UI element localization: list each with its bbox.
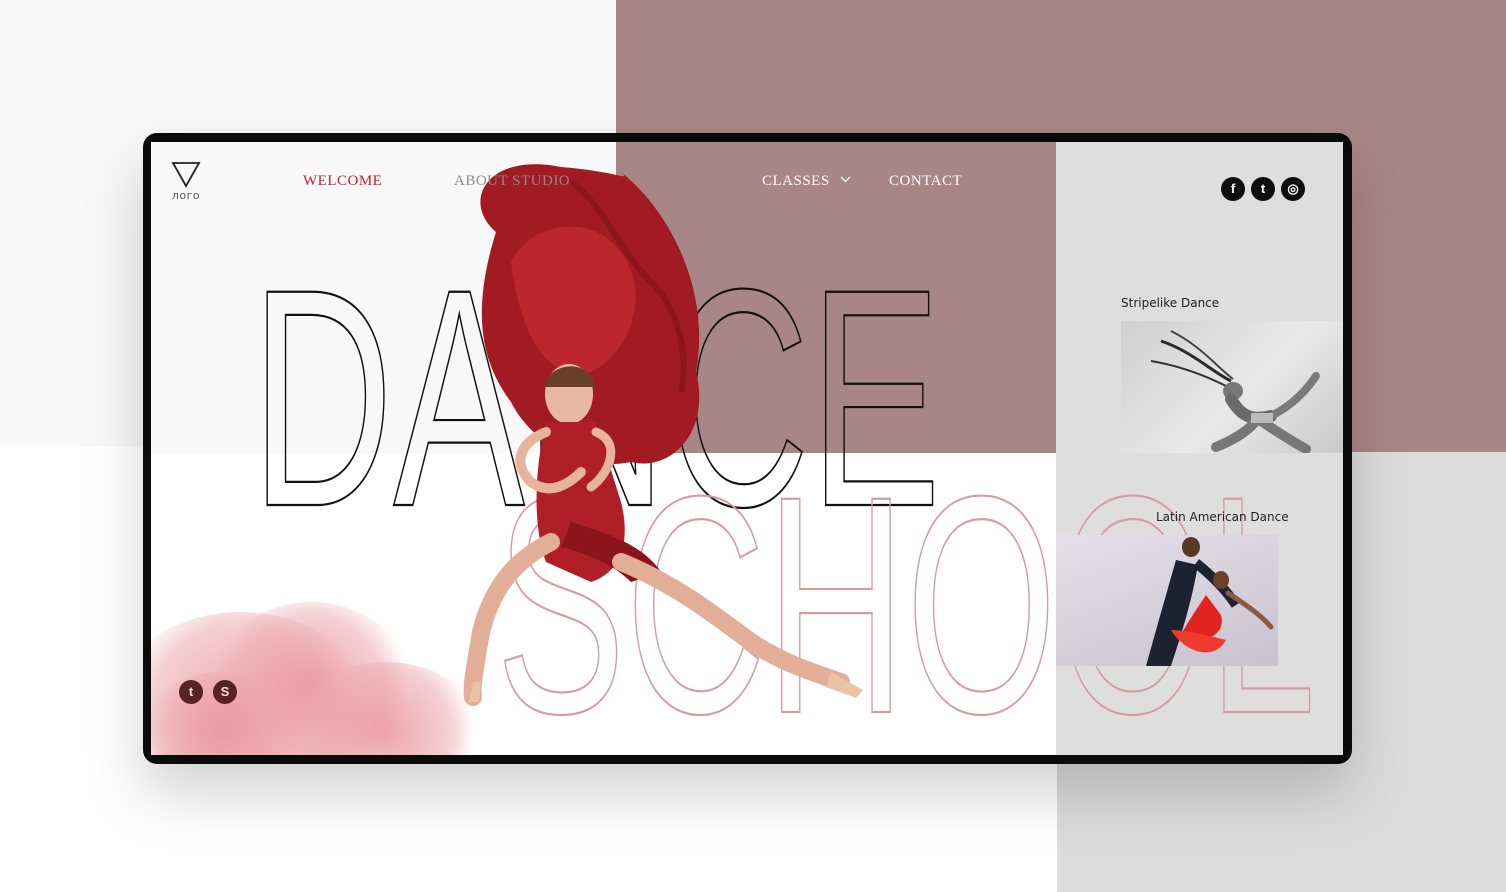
chevron-down-icon: [840, 176, 851, 183]
tumblr-icon[interactable]: t: [179, 680, 203, 704]
class-photo-stripelike[interactable]: [1121, 321, 1343, 453]
logo-text: лого: [171, 189, 201, 202]
facebook-icon[interactable]: f: [1221, 177, 1245, 201]
instagram-icon[interactable]: ◎: [1281, 177, 1305, 201]
site-logo[interactable]: лого: [170, 161, 202, 202]
nav-classes-label: CLASSES: [762, 173, 830, 189]
nav-welcome[interactable]: WELCOME: [303, 173, 382, 190]
class-photo-latin[interactable]: [1056, 535, 1278, 666]
stripelike-dancer-image: [1150, 330, 1320, 453]
latin-dancers-image: [1146, 537, 1274, 666]
triangle-down-icon: [171, 162, 201, 188]
nav-classes[interactable]: CLASSES: [762, 173, 851, 190]
nav-contact[interactable]: CONTACT: [889, 173, 962, 190]
nav-about-studio[interactable]: ABOUT STUDIO: [454, 173, 570, 190]
website-screen: DANCE SCHOOL лого WELCOME ABOUT STUDIO C…: [151, 142, 1343, 755]
class-title-latin[interactable]: Latin American Dance: [1156, 510, 1289, 524]
skype-icon[interactable]: S: [213, 680, 237, 704]
twitter-icon[interactable]: t: [1251, 177, 1275, 201]
class-title-stripelike[interactable]: Stripelike Dance: [1121, 296, 1219, 310]
